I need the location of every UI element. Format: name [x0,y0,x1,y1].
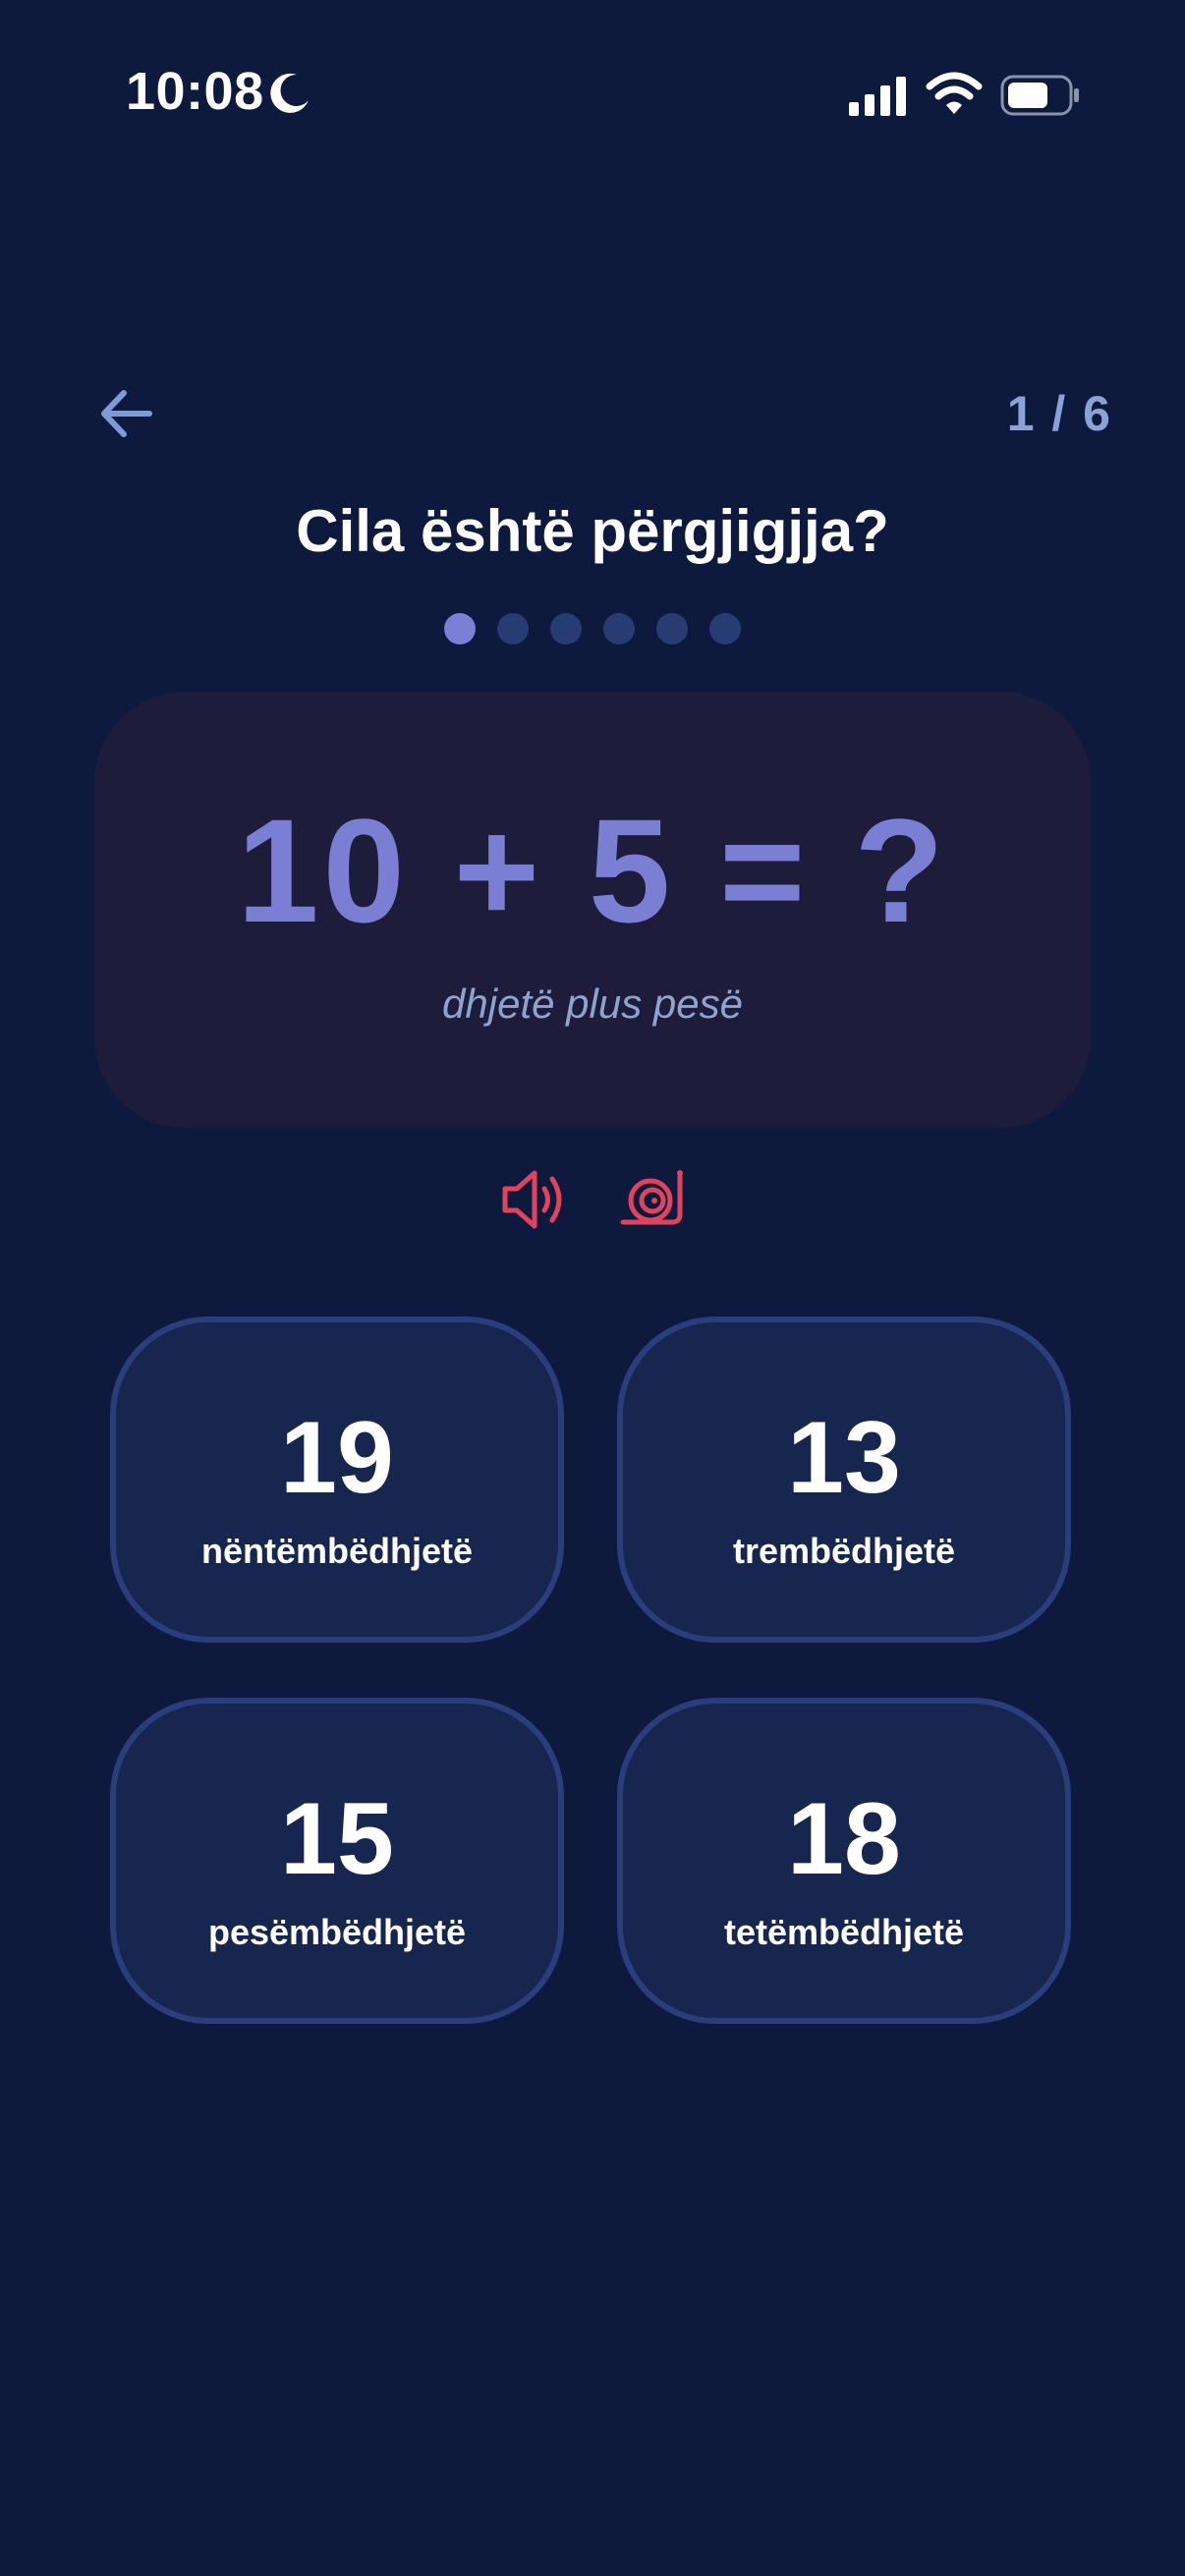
quiz-screen: 10:08 1 / 6 Cila është përgjigjja? 10 + … [0,0,1185,2576]
equation-card: 10 + 5 = ? dhjetë plus pesë [94,692,1091,1128]
answer-option-19[interactable]: 19 nëntëmbëdhjetë [110,1316,564,1643]
answer-option-15[interactable]: 15 pesëmbëdhjetë [110,1698,564,2024]
progress-dot [550,613,582,644]
battery-icon [1000,75,1079,116]
equation-text: 10 + 5 = ? [237,788,948,953]
status-time: 10:08 [126,62,264,121]
moon-icon [270,73,309,113]
progress-dot-active [444,613,476,644]
answer-word: trembëdhjetë [732,1531,956,1571]
answer-option-13[interactable]: 13 trembëdhjetë [617,1316,1071,1643]
answer-number: 15 [280,1782,394,1896]
equation-words: dhjetë plus pesë [442,980,743,1027]
answer-number: 18 [787,1782,901,1896]
answer-word: pesëmbëdhjetë [207,1912,467,1952]
answer-word: tetëmbëdhjetë [723,1912,965,1952]
status-bar: 10:08 [0,0,1185,196]
answer-number: 19 [280,1401,394,1515]
question-title: Cila është përgjigjja? [296,498,889,564]
wifi-icon [926,72,983,114]
answer-number: 13 [787,1401,901,1515]
progress-counter: 1 / 6 [1006,386,1112,441]
back-arrow-icon[interactable] [94,381,159,446]
signal-icon [849,77,906,116]
progress-dot [656,613,688,644]
progress-dots [0,613,1185,644]
progress-dot [709,613,741,644]
progress-dot [603,613,635,644]
speaker-icon[interactable] [499,1167,568,1232]
answer-option-18[interactable]: 18 tetëmbëdhjetë [617,1698,1071,2024]
progress-dot [497,613,529,644]
snail-icon[interactable] [617,1165,686,1234]
answer-word: nëntëmbëdhjetë [200,1531,474,1571]
